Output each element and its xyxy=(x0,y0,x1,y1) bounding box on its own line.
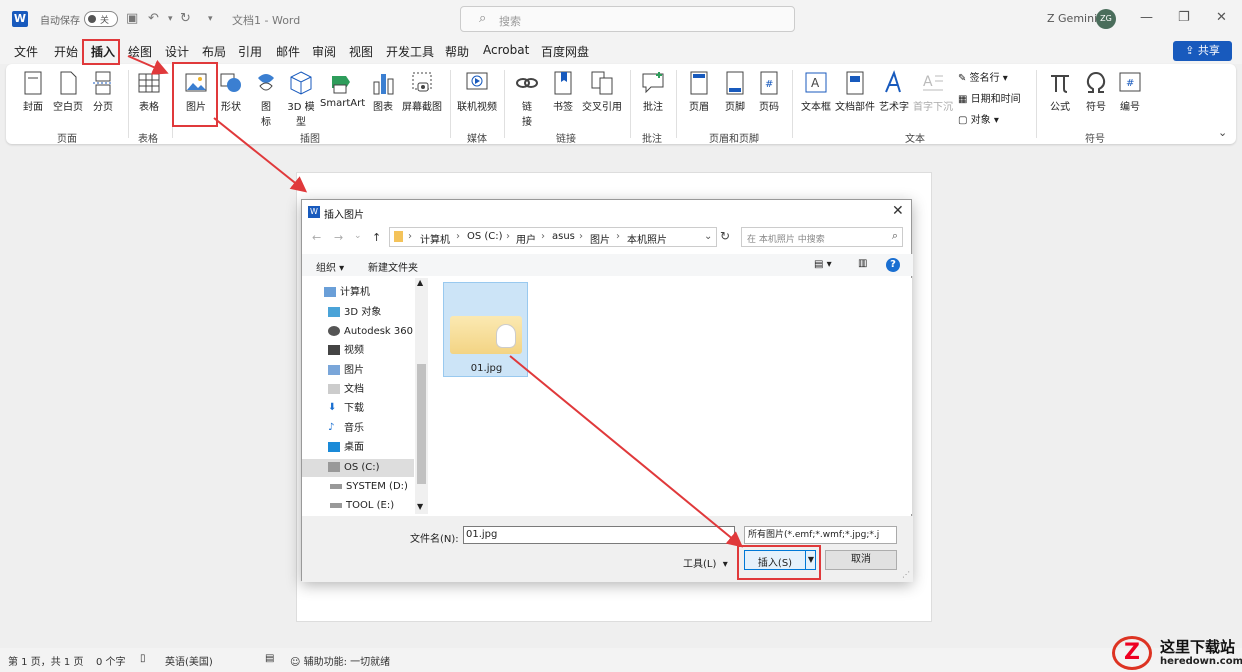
accessibility-icon: ☺ xyxy=(290,657,301,668)
watermark-text: 这里下载站 xyxy=(1160,638,1236,656)
arrow-to-dialog xyxy=(213,117,308,193)
status-bar: 第 1 页，共 1 页 0 个字 ▯ 英语(美国) ▤ ☺ 辅助功能: 一切就绪 xyxy=(0,648,1242,672)
language[interactable]: 英语(美国) xyxy=(165,653,213,668)
word-count[interactable]: 0 个字 xyxy=(96,653,126,668)
annotation-arrows xyxy=(127,55,744,548)
page-count[interactable]: 第 1 页，共 1 页 xyxy=(8,653,83,668)
accessibility-status[interactable]: ☺ 辅助功能: 一切就绪 xyxy=(290,653,390,668)
accessibility-label: 辅助功能: 一切就绪 xyxy=(303,657,391,668)
arrow-to-picture xyxy=(127,55,169,75)
text-predictions-icon[interactable]: ▤ xyxy=(265,653,274,664)
proofing-icon[interactable]: ▯ xyxy=(140,653,146,664)
z-logo-icon: Z xyxy=(1112,636,1152,670)
watermark-url: heredown.com xyxy=(1160,656,1242,667)
arrow-to-insert xyxy=(509,355,744,548)
watermark-logo: Z 这里下载站 heredown.com xyxy=(1108,634,1242,672)
